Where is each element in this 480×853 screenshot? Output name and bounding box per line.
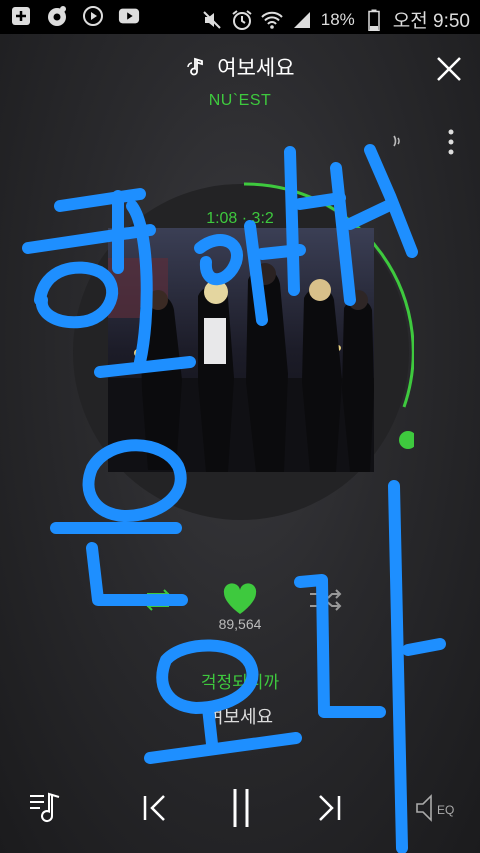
close-icon bbox=[437, 57, 461, 81]
equalizer-button[interactable]: EQ bbox=[414, 788, 458, 828]
heart-icon bbox=[223, 583, 257, 614]
close-button[interactable] bbox=[434, 54, 464, 84]
artist-name[interactable]: NU`EST bbox=[0, 92, 480, 110]
add-box-icon bbox=[10, 5, 32, 27]
skip-previous-icon bbox=[143, 795, 165, 821]
signal-icon bbox=[291, 9, 313, 31]
cast-icon[interactable] bbox=[390, 130, 410, 152]
previous-button[interactable] bbox=[138, 788, 170, 828]
album-art bbox=[108, 228, 374, 472]
music-app-icon bbox=[46, 5, 68, 27]
skip-next-icon bbox=[319, 795, 341, 821]
more-options-button[interactable] bbox=[446, 127, 456, 157]
next-button[interactable] bbox=[314, 788, 346, 828]
lyric-current-line[interactable]: 걱정되니까 bbox=[0, 668, 480, 693]
pause-button[interactable] bbox=[225, 788, 257, 828]
wifi-icon bbox=[261, 9, 283, 31]
repeat-icon bbox=[146, 589, 170, 611]
music-note-icon bbox=[185, 57, 207, 83]
player-header: 여보세요 bbox=[0, 34, 480, 94]
system-status: 18% 오전 9:50 bbox=[201, 6, 470, 33]
repeat-button[interactable] bbox=[142, 588, 174, 612]
time-display: 1:08 · 3:2 bbox=[206, 210, 274, 227]
youtube-icon bbox=[118, 5, 140, 27]
song-title: 여보세요 bbox=[217, 57, 295, 80]
playback-options-row: 89,564 bbox=[0, 578, 480, 638]
play-circle-icon bbox=[82, 5, 104, 27]
shuffle-icon bbox=[310, 589, 342, 611]
shuffle-button[interactable] bbox=[308, 588, 344, 612]
more-vert-icon bbox=[448, 129, 454, 155]
like-button[interactable] bbox=[222, 582, 258, 616]
playlist-button[interactable] bbox=[26, 788, 70, 828]
status-bar: 18% 오전 9:50 bbox=[0, 0, 480, 34]
playlist-music-icon bbox=[30, 792, 60, 823]
like-count: 89,564 bbox=[218, 616, 262, 632]
clock: 오전 9:50 bbox=[392, 11, 470, 32]
battery-percent: 18% bbox=[320, 9, 355, 29]
eq-icon: EQ bbox=[416, 794, 454, 822]
pause-icon bbox=[233, 789, 249, 827]
progress-thumb bbox=[399, 431, 417, 449]
svg-text:EQ: EQ bbox=[437, 803, 454, 817]
notification-icons bbox=[10, 5, 140, 27]
lyric-next-line[interactable]: 여보세요 bbox=[0, 703, 480, 729]
battery-icon bbox=[363, 9, 385, 31]
alarm-icon bbox=[231, 9, 253, 31]
song-title-row: 여보세요 bbox=[0, 52, 480, 83]
mute-icon bbox=[201, 9, 223, 31]
playback-controls: EQ bbox=[0, 780, 480, 840]
